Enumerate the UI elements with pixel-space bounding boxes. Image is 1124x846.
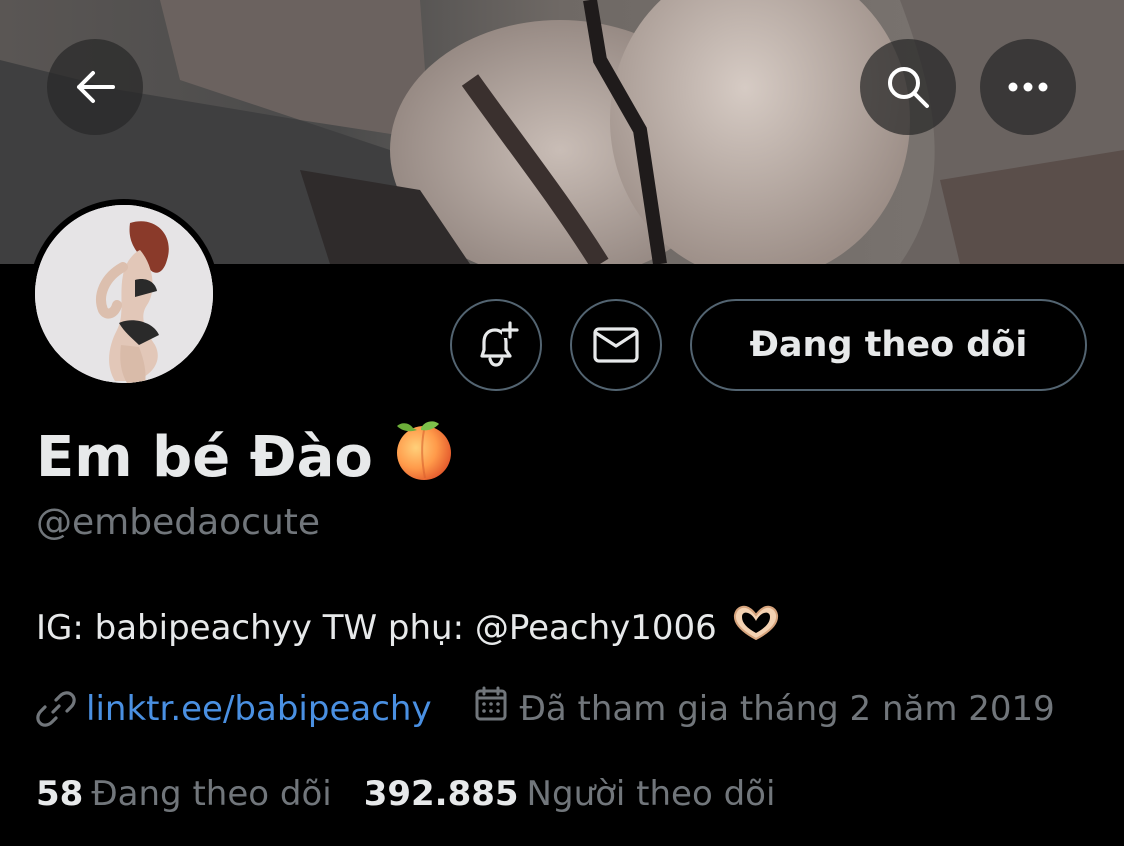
search-button[interactable]: [860, 39, 956, 135]
search-icon: [888, 67, 929, 108]
bio-text: IG: babipeachyy TW phụ: @Peachy1006: [36, 607, 717, 648]
following-label: Đang theo dõi: [91, 774, 332, 814]
display-name: Em bé Đào: [36, 418, 457, 496]
arrow-left-icon: [77, 71, 115, 103]
avatar-image: [35, 205, 213, 383]
following-button-label: Đang theo dõi: [749, 325, 1028, 365]
envelope-icon: [593, 327, 639, 363]
followers-label: Người theo dõi: [526, 774, 776, 814]
following-button[interactable]: Đang theo dõi: [690, 299, 1087, 391]
follow-stats: 58 Đang theo dõi 392.885 Người theo dõi: [36, 774, 775, 814]
following-stat[interactable]: 58 Đang theo dõi: [36, 774, 332, 814]
followers-stat[interactable]: 392.885 Người theo dõi: [364, 774, 776, 814]
link-icon: [36, 690, 76, 727]
display-name-text: Em bé Đào: [36, 424, 373, 490]
heart-hands-emoji: [731, 603, 781, 652]
more-button[interactable]: [980, 39, 1076, 135]
followers-count: 392.885: [363, 774, 519, 814]
avatar[interactable]: [29, 199, 219, 389]
profile-meta: linktr.ee/babipeachy Đã tham gia tháng 2…: [36, 686, 1055, 731]
following-count: 58: [36, 774, 84, 814]
calendar-icon: [474, 686, 508, 731]
peach-emoji: [391, 418, 457, 496]
bio: IG: babipeachyy TW phụ: @Peachy1006: [36, 603, 781, 652]
website-link[interactable]: linktr.ee/babipeachy: [86, 689, 432, 729]
back-button[interactable]: [47, 39, 143, 135]
message-button[interactable]: [570, 299, 662, 391]
profile-page: Đang theo dõi Em bé Đào @embedaocute IG:…: [0, 0, 1124, 846]
notify-button[interactable]: [450, 299, 542, 391]
bell-plus-icon: [480, 321, 519, 367]
join-date: Đã tham gia tháng 2 năm 2019: [519, 688, 1055, 729]
more-dots-icon: [1008, 82, 1048, 92]
user-handle: @embedaocute: [36, 502, 321, 543]
